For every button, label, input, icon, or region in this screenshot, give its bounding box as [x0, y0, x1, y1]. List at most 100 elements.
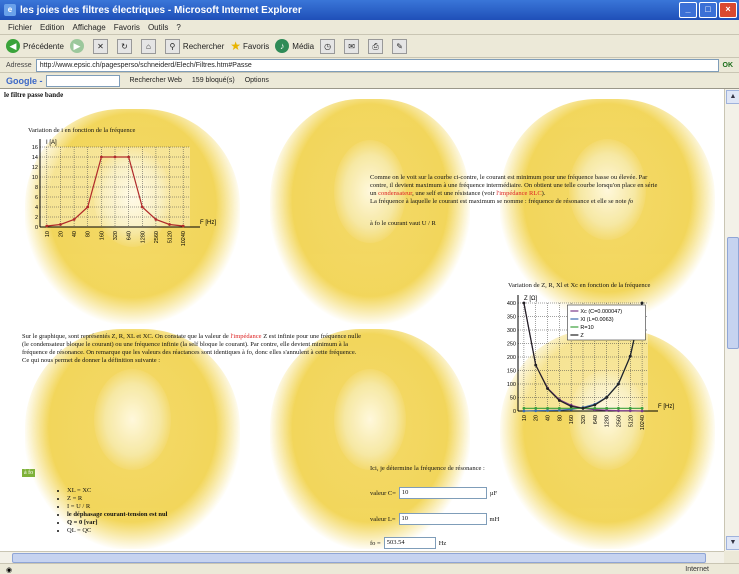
- legend-entry: Xl (L=0.0063): [580, 317, 613, 323]
- data-point: [557, 399, 561, 402]
- impedance-rlc-link[interactable]: l'impédance RLC: [496, 190, 541, 197]
- history-button[interactable]: ◷: [320, 38, 338, 54]
- frequency-result-row: fo = 503.54 Hz: [370, 537, 446, 549]
- y-tick-label: 14: [32, 155, 38, 161]
- capacitor-link[interactable]: condensateur: [378, 190, 412, 197]
- scroll-up-arrow-icon[interactable]: ▲: [726, 90, 739, 104]
- stop-icon: ✕: [92, 38, 108, 54]
- data-point: [140, 205, 144, 209]
- address-bar: Adresse http://www.epsic.ch/pagesperso/s…: [0, 58, 739, 73]
- inductance-input[interactable]: 10: [398, 513, 487, 525]
- data-point: [99, 155, 103, 159]
- horizontal-scrollbar[interactable]: [0, 551, 724, 563]
- y-tick-label: 100: [507, 382, 516, 388]
- vertical-scrollbar[interactable]: ▲ ▼: [724, 89, 739, 551]
- x-tick-label: 640: [127, 231, 133, 240]
- inductance-row: valeur L= 10 mH: [370, 513, 499, 525]
- forward-button[interactable]: ▶: [69, 39, 87, 53]
- media-button[interactable]: ♪ Média: [275, 39, 314, 53]
- data-point: [640, 301, 644, 305]
- inductance-label: valeur L=: [370, 515, 396, 523]
- google-options-button[interactable]: Options: [245, 77, 269, 84]
- impedance-link[interactable]: l'impédance: [230, 333, 261, 340]
- y-tick-label: 50: [510, 396, 516, 402]
- capacitance-unit: µF: [489, 489, 498, 497]
- go-button[interactable]: OK: [723, 62, 734, 69]
- list-item: le déphasage courant-tension est nul: [67, 511, 167, 519]
- google-search-input[interactable]: [45, 74, 120, 87]
- y-tick-label: 12: [32, 165, 38, 171]
- capacitance-input[interactable]: 10: [398, 487, 487, 499]
- capacitance-label: valeur C=: [370, 489, 396, 497]
- home-button[interactable]: ⌂: [140, 38, 159, 54]
- data-point: [605, 396, 609, 399]
- x-tick-label: 2560: [616, 415, 622, 427]
- vertical-scroll-thumb[interactable]: [727, 237, 739, 349]
- edit-button[interactable]: ✎: [392, 38, 410, 54]
- paragraph-text: Sur le graphique, sont représentés Z, R,…: [22, 333, 229, 340]
- status-bar: ◉ Internet: [0, 563, 739, 574]
- menu-edit[interactable]: Edition: [40, 23, 64, 32]
- data-point: [522, 406, 526, 410]
- menu-file[interactable]: Fichier: [8, 23, 32, 32]
- x-tick-label: 320: [113, 231, 119, 240]
- data-point: [168, 223, 171, 226]
- x-tick-label: 640: [593, 415, 599, 424]
- menu-view[interactable]: Affichage: [72, 23, 105, 32]
- print-button[interactable]: ⎙: [368, 38, 386, 54]
- close-button[interactable]: ×: [719, 2, 737, 18]
- media-icon: ♪: [275, 39, 290, 53]
- y-tick-label: 16: [32, 145, 38, 151]
- popup-blocked-button[interactable]: 159 bloqué(s): [192, 77, 235, 84]
- data-point: [59, 223, 62, 226]
- at-fo-badge: à fo: [22, 469, 36, 477]
- horizontal-scroll-thumb[interactable]: [12, 553, 706, 563]
- search-icon: ⚲: [164, 38, 180, 54]
- data-point: [534, 409, 538, 413]
- data-point: [546, 406, 549, 410]
- current-at-fo-text: à fo le courant vaut U / R: [370, 220, 436, 227]
- data-point: [113, 155, 117, 159]
- x-tick-label: 40: [546, 415, 552, 421]
- data-point: [557, 406, 561, 410]
- data-point: [546, 387, 549, 390]
- stop-button[interactable]: ✕: [92, 38, 111, 54]
- list-item: Q = 0 [var]: [67, 519, 167, 527]
- paragraph-text: ).: [541, 190, 546, 197]
- legend-entry: Xc (C=0.000047): [580, 309, 622, 315]
- minimize-button[interactable]: _: [679, 2, 697, 18]
- menu-bar: Fichier Edition Affichage Favoris Outils…: [0, 20, 739, 35]
- list-item: I = U / R: [67, 503, 167, 511]
- frequency-output[interactable]: 503.54: [383, 537, 436, 549]
- window-title: les joies des filtres électriques - Micr…: [20, 4, 302, 16]
- data-point: [522, 409, 526, 413]
- address-input[interactable]: http://www.epsic.ch/pagesperso/schneider…: [35, 58, 719, 72]
- back-button[interactable]: ◀ Précédente: [6, 39, 64, 53]
- y-tick-label: 350: [507, 315, 516, 321]
- x-tick-label: 40: [72, 231, 78, 237]
- data-point: [628, 354, 632, 358]
- legend-entry: R=10: [580, 325, 593, 331]
- google-search-web-button[interactable]: Rechercher Web: [130, 77, 182, 84]
- mail-button[interactable]: ✉: [344, 38, 362, 54]
- google-logo[interactable]: Google -: [6, 76, 43, 86]
- scroll-down-arrow-icon[interactable]: ▼: [726, 536, 739, 550]
- address-label: Adresse: [6, 61, 32, 69]
- x-tick-label: 5120: [628, 415, 634, 427]
- x-tick-label: 1280: [140, 231, 146, 243]
- menu-tools[interactable]: Outils: [148, 23, 168, 32]
- page-title: le filtre passe bande: [4, 91, 64, 99]
- y-tick-label: 150: [507, 369, 516, 375]
- menu-favorites[interactable]: Favoris: [114, 23, 140, 32]
- maximize-button[interactable]: □: [699, 2, 717, 18]
- y-tick-label: 400: [507, 301, 516, 307]
- search-button[interactable]: ⚲ Rechercher: [164, 38, 224, 54]
- refresh-button[interactable]: ↻: [116, 38, 135, 54]
- menu-help[interactable]: ?: [176, 23, 180, 32]
- media-label: Média: [292, 41, 315, 51]
- impedance-vs-frequency-chart: Z [Ω] F [Hz] 0 50 100 150 200 250 300 350 400 10 20 4…: [507, 295, 674, 430]
- favorites-button[interactable]: ★ Favoris: [230, 39, 269, 53]
- back-arrow-icon: ◀: [6, 39, 20, 53]
- data-point: [605, 406, 609, 410]
- x-tick-label: 10: [45, 231, 51, 237]
